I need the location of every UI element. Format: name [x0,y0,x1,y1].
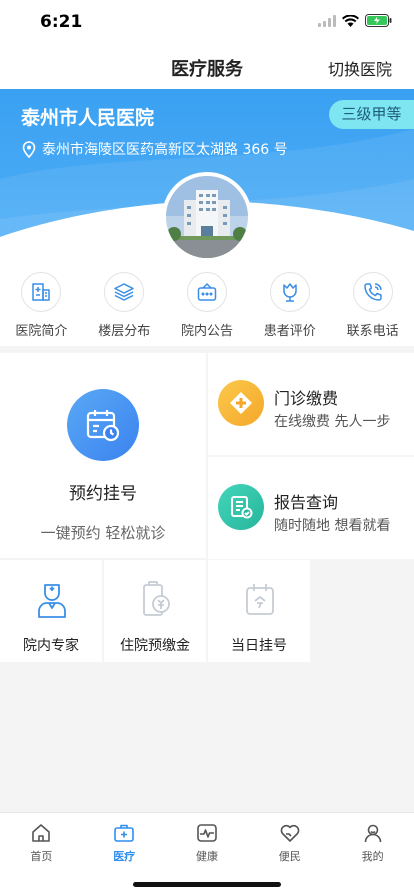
nav-bar: 医疗服务 切换医院 [0,44,414,90]
heart-hand-icon [280,824,300,842]
quick-item-intro[interactable]: 医院简介 [0,262,83,346]
hospital-photo[interactable] [162,172,252,262]
payment-icon-wrap [218,380,264,426]
quick-entry-bar: 医院简介 楼层分布 院内公告 患者评价 联系电话 [0,262,414,346]
report-subtitle: 随时随地 想看就看 [274,518,391,534]
deposit-card[interactable]: 住院预缴金 [104,560,206,662]
tab-label: 首页 [30,850,53,863]
status-time: 6:21 [40,12,83,32]
tulip-icon [283,283,297,302]
appointment-card[interactable]: 预约挂号 一键预约 轻松就诊 [0,353,206,558]
user-icon [364,824,381,843]
home-icon [32,824,51,842]
tab-label: 我的 [361,850,384,863]
calendar-clock-icon [86,410,120,442]
quick-label: 联系电话 [346,324,399,339]
quick-label: 院内公告 [180,324,233,339]
tab-label: 便民 [278,850,301,863]
quick-item-reviews[interactable]: 患者评价 [248,262,331,346]
switch-hospital-button[interactable]: 切换医院 [328,56,392,80]
quick-label: 医院简介 [15,324,68,339]
hospital-name: 泰州市人民医院 [21,107,155,129]
heartbeat-icon [197,824,217,842]
status-bar: 6:21 [0,0,414,44]
deposit-icon [143,581,170,616]
signal-icon [318,14,336,27]
doctor-icon [38,584,66,618]
sameday-icon-wrap [243,580,277,620]
quick-item-announcement[interactable]: 院内公告 [166,262,249,346]
hospital-building-icon [32,283,51,301]
quick-icon-wrap [186,272,227,312]
layers-icon [114,283,134,301]
quick-item-contact[interactable]: 联系电话 [331,262,414,346]
wifi-icon [342,14,359,27]
tab-home[interactable]: 首页 [0,813,83,896]
calendar-today-icon [246,584,274,615]
report-icon-wrap [218,484,264,530]
report-title: 报告查询 [274,493,339,512]
status-icons [318,14,392,27]
appointment-icon-wrap [67,389,139,461]
hospital-address-text: 泰州市海陵区医药高新区太湖路 366 号 [42,142,288,158]
plus-icon [230,392,252,414]
experts-card[interactable]: 院内专家 [0,560,102,662]
deposit-label: 住院预缴金 [120,638,190,654]
quick-item-floors[interactable]: 楼层分布 [83,262,166,346]
payment-title: 门诊缴费 [274,389,339,408]
quick-label: 楼层分布 [98,324,151,339]
location-pin-icon [22,140,36,158]
sameday-label: 当日挂号 [231,638,287,654]
quick-icon-wrap [104,272,145,312]
tab-label: 医疗 [113,850,136,863]
phone-icon [363,283,382,301]
announcement-icon [197,283,217,301]
quick-icon-wrap [352,272,393,312]
payment-subtitle: 在线缴费 先人一步 [274,414,391,430]
experts-label: 院内专家 [23,638,79,654]
appointment-subtitle: 一键预约 轻松就诊 [40,524,166,542]
payment-card[interactable]: 门诊缴费 在线缴费 先人一步 [208,353,414,455]
hospital-address: 泰州市海陵区医药高新区太湖路 366 号 [22,139,288,159]
hospital-building-image [166,176,248,258]
experts-icon-wrap [35,580,69,620]
battery-icon [365,14,392,27]
medical-kit-icon [114,824,134,842]
hospital-level-badge: 三级甲等 [329,100,414,129]
report-icon [231,496,253,519]
tab-label: 健康 [195,850,218,863]
quick-label: 患者评价 [263,324,316,339]
deposit-icon-wrap [139,580,173,620]
tab-mine[interactable]: 我的 [331,813,414,896]
appointment-title: 预约挂号 [69,484,137,504]
report-card[interactable]: 报告查询 随时随地 想看就看 [208,457,414,559]
quick-icon-wrap [21,272,62,312]
home-indicator [133,882,281,887]
quick-icon-wrap [269,272,310,312]
sameday-card[interactable]: 当日挂号 [208,560,310,662]
